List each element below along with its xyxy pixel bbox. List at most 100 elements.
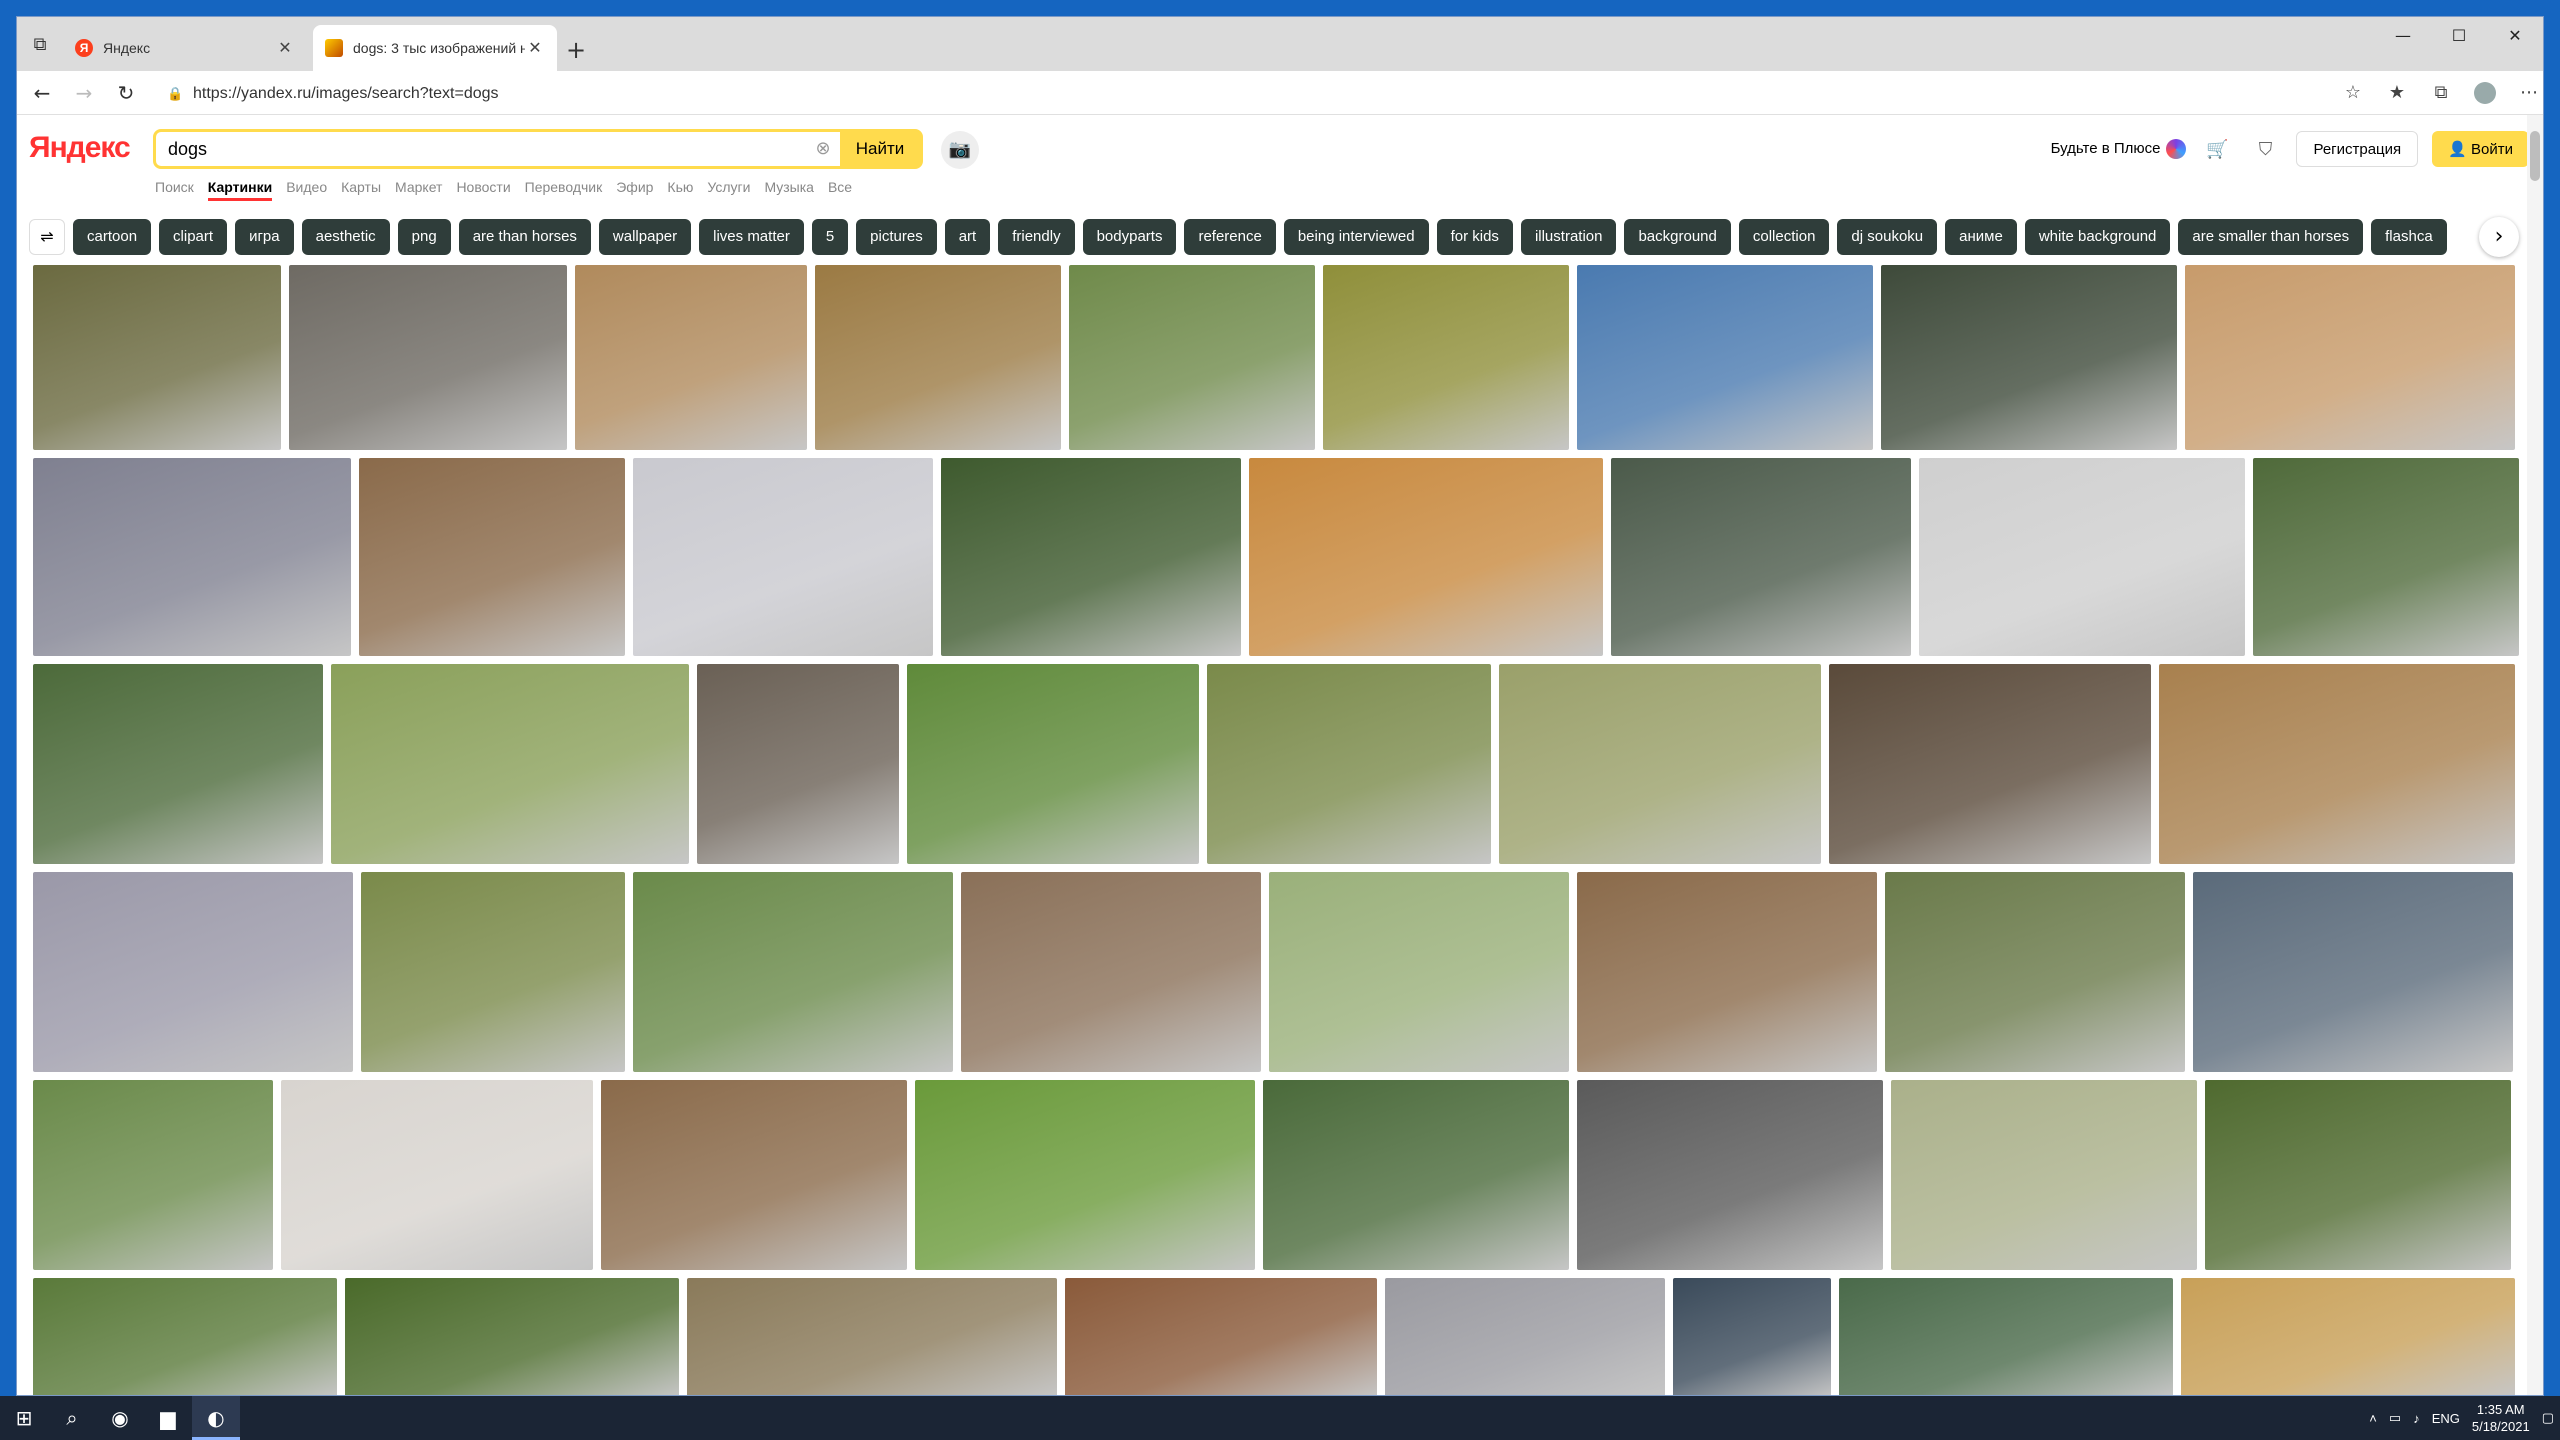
image-thumbnail[interactable] [361, 872, 625, 1072]
minimize-icon[interactable]: — [2375, 17, 2431, 57]
suggestion-chip[interactable]: are than horses [458, 219, 591, 255]
suggestion-chip[interactable]: illustration [1520, 219, 1617, 255]
image-thumbnail[interactable] [345, 1278, 679, 1395]
suggestion-chip[interactable]: pictures [856, 219, 937, 255]
suggestion-chip[interactable]: flashca [2371, 219, 2447, 255]
service-link[interactable]: Кью [667, 179, 693, 201]
suggestion-chip[interactable]: art [944, 219, 991, 255]
profile-icon[interactable] [2469, 78, 2501, 108]
image-thumbnail[interactable] [1919, 458, 2245, 656]
start-icon[interactable]: ⊞ [0, 1396, 48, 1440]
language-indicator[interactable]: ENG [2432, 1411, 2460, 1426]
new-tab-button[interactable]: + [561, 35, 591, 65]
service-link[interactable]: Эфир [616, 179, 653, 201]
suggestion-chip[interactable]: аниме [1945, 219, 2017, 255]
scrollbar-thumb[interactable] [2530, 131, 2540, 181]
suggestion-chip[interactable]: bodyparts [1082, 219, 1177, 255]
clock[interactable]: 1:35 AM 5/18/2021 [2472, 1401, 2530, 1435]
image-thumbnail[interactable] [1611, 458, 1911, 656]
service-link[interactable]: Карты [341, 179, 381, 201]
image-thumbnail[interactable] [915, 1080, 1255, 1270]
edge-icon[interactable]: ◐ [192, 1396, 240, 1440]
image-thumbnail[interactable] [33, 265, 281, 450]
refresh-icon[interactable]: ↻ [111, 78, 141, 108]
network-icon[interactable]: ▭ [2389, 1410, 2401, 1426]
suggestion-chip[interactable]: collection [1738, 219, 1830, 255]
image-thumbnail[interactable] [1829, 664, 2151, 864]
image-thumbnail[interactable] [1577, 1080, 1883, 1270]
tab-images[interactable]: dogs: 3 тыс изображений найд… ✕ [313, 25, 557, 71]
suggestion-chip[interactable]: игра [235, 219, 294, 255]
image-thumbnail[interactable] [1263, 1080, 1569, 1270]
collections-icon[interactable]: ⧉ [2425, 78, 2457, 108]
close-tab-icon[interactable]: ✕ [525, 38, 545, 58]
favorite-icon[interactable]: ☆ [2337, 78, 2369, 108]
image-thumbnail[interactable] [2205, 1080, 2511, 1270]
back-icon[interactable]: ← [27, 78, 57, 108]
image-thumbnail[interactable] [1323, 265, 1569, 450]
image-thumbnail[interactable] [1069, 265, 1315, 450]
suggestion-chip[interactable]: dj soukoku [1837, 219, 1938, 255]
menu-icon[interactable]: ⋯ [2513, 78, 2543, 108]
image-thumbnail[interactable] [941, 458, 1241, 656]
suggestion-chip[interactable]: background [1624, 219, 1731, 255]
tray-chevron-icon[interactable]: ˄ [2369, 1411, 2377, 1426]
forward-icon[interactable]: → [69, 78, 99, 108]
favorites-bar-icon[interactable]: ★ [2381, 78, 2413, 108]
image-thumbnail[interactable] [961, 872, 1261, 1072]
service-link[interactable]: Услуги [707, 179, 750, 201]
suggestion-chip[interactable]: are smaller than horses [2178, 219, 2364, 255]
image-thumbnail[interactable] [687, 1278, 1057, 1395]
plus-link[interactable]: Будьте в Плюсе [2051, 139, 2187, 159]
yandex-logo[interactable]: Яндекс [29, 131, 131, 165]
suggestion-chip[interactable]: png [397, 219, 451, 255]
suggestion-chip[interactable]: clipart [159, 219, 228, 255]
service-link[interactable]: Музыка [764, 179, 814, 201]
suggestion-chip[interactable]: reference [1184, 219, 1276, 255]
chrome-icon[interactable]: ◉ [96, 1396, 144, 1440]
volume-icon[interactable]: ♪ [2413, 1411, 2420, 1426]
suggestion-chip[interactable]: friendly [998, 219, 1075, 255]
service-link[interactable]: Видео [286, 179, 327, 201]
suggestion-chip[interactable]: lives matter [699, 219, 804, 255]
image-thumbnail[interactable] [1839, 1278, 2173, 1395]
image-thumbnail[interactable] [1065, 1278, 1377, 1395]
image-thumbnail[interactable] [2181, 1278, 2515, 1395]
tab-actions-icon[interactable]: ⧉ [27, 32, 53, 58]
explorer-icon[interactable]: ▆ [144, 1396, 192, 1440]
tab-yandex[interactable]: Я Яндекс ✕ [63, 25, 307, 71]
image-thumbnail[interactable] [2193, 872, 2513, 1072]
image-thumbnail[interactable] [2253, 458, 2519, 656]
image-thumbnail[interactable] [33, 664, 323, 864]
image-thumbnail[interactable] [575, 265, 807, 450]
search-icon[interactable]: ⌕ [48, 1396, 96, 1440]
image-thumbnail[interactable] [33, 458, 351, 656]
image-thumbnail[interactable] [2185, 265, 2515, 450]
suggestion-chip[interactable]: white background [2024, 219, 2171, 255]
service-link[interactable]: Переводчик [525, 179, 603, 201]
scrollbar[interactable] [2527, 115, 2543, 1395]
search-button[interactable]: Найти [840, 132, 920, 166]
register-button[interactable]: Регистрация [2296, 131, 2419, 167]
image-thumbnail[interactable] [33, 1080, 273, 1270]
image-thumbnail[interactable] [633, 458, 933, 656]
image-thumbnail[interactable] [331, 664, 689, 864]
shield-icon[interactable]: ⛉ [2248, 132, 2282, 166]
image-thumbnail[interactable] [1577, 872, 1877, 1072]
service-link[interactable]: Маркет [395, 179, 442, 201]
service-link[interactable]: Картинки [207, 179, 273, 201]
suggestion-chip[interactable]: being interviewed [1283, 219, 1429, 255]
camera-search-icon[interactable]: 📷 [941, 131, 979, 169]
image-thumbnail[interactable] [1499, 664, 1821, 864]
image-thumbnail[interactable] [1673, 1278, 1831, 1395]
service-link[interactable]: Поиск [155, 179, 194, 201]
service-link[interactable]: Новости [456, 179, 510, 201]
search-input[interactable] [156, 132, 806, 166]
image-thumbnail[interactable] [601, 1080, 907, 1270]
image-thumbnail[interactable] [1891, 1080, 2197, 1270]
image-thumbnail[interactable] [2159, 664, 2515, 864]
image-thumbnail[interactable] [1249, 458, 1603, 656]
service-link[interactable]: Все [828, 179, 852, 201]
image-thumbnail[interactable] [1885, 872, 2185, 1072]
chips-next-icon[interactable]: › [2479, 217, 2519, 257]
